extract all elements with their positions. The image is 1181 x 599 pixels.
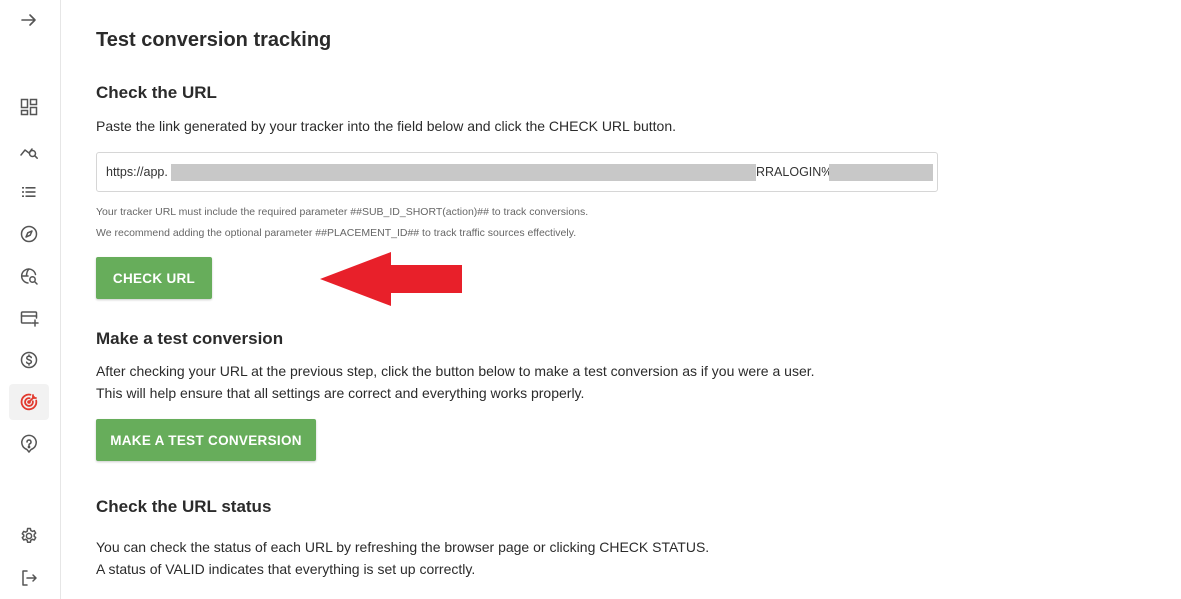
- arrow-right-icon: [21, 14, 36, 26]
- dashboard-icon: [20, 98, 38, 116]
- logout-icon: [22, 570, 37, 586]
- check-url-description: Paste the link generated by your tracker…: [96, 118, 677, 134]
- test-conversion-line2: This will help ensure that all settings …: [96, 384, 585, 401]
- sidebar-item-payments[interactable]: [9, 300, 49, 336]
- sidebar-item-sources[interactable]: [9, 258, 49, 294]
- url-status-line1: You can check the status of each URL by …: [96, 539, 710, 555]
- list-icon: [22, 187, 36, 197]
- dollar-icon: [20, 351, 38, 369]
- make-test-conversion-button[interactable]: MAKE A TEST CONVERSION: [96, 419, 316, 461]
- test-conversion-line1: After checking your URL at the previous …: [96, 363, 815, 379]
- sidebar-item-explore[interactable]: [9, 216, 49, 252]
- redacted-url-segment: [171, 164, 756, 181]
- sidebar-item-conversion-tracking[interactable]: [9, 384, 49, 420]
- check-url-title: Check the URL: [96, 83, 217, 102]
- page-title: Test conversion tracking: [96, 29, 332, 51]
- sidebar-item-settings[interactable]: [9, 518, 49, 554]
- gear-icon: [21, 527, 37, 543]
- url-status-title: Check the URL status: [96, 497, 272, 516]
- url-value-middle: RRALOGIN%2: [756, 165, 840, 179]
- target-icon: [20, 393, 38, 411]
- expand-sidebar-button[interactable]: [9, 2, 49, 38]
- redacted-url-tail: [829, 164, 933, 181]
- sidebar: [0, 0, 61, 599]
- annotation-arrow: [320, 252, 462, 306]
- card-add-icon: [20, 311, 39, 327]
- help-icon: [21, 434, 37, 454]
- url-status-line2: A status of VALID indicates that everyth…: [96, 560, 476, 577]
- optional-parameter-hint: We recommend adding the optional paramet…: [96, 227, 577, 239]
- check-url-button[interactable]: CHECK URL: [96, 257, 212, 299]
- compass-icon: [20, 225, 38, 243]
- sidebar-item-help[interactable]: [9, 426, 49, 462]
- sidebar-item-billing[interactable]: [9, 342, 49, 378]
- sidebar-item-list[interactable]: [9, 174, 49, 210]
- required-parameter-hint: Your tracker URL must include the requir…: [96, 206, 589, 218]
- analytics-search-icon: [20, 148, 38, 159]
- test-conversion-title: Make a test conversion: [96, 329, 284, 348]
- url-value-prefix: https://app.: [106, 165, 168, 179]
- sidebar-item-dashboard[interactable]: [9, 89, 49, 125]
- globe-search-icon: [20, 268, 38, 285]
- tracker-url-input[interactable]: https://app. RRALOGIN%2: [96, 152, 938, 192]
- sidebar-item-analytics[interactable]: [9, 133, 49, 169]
- logout-button[interactable]: [9, 560, 49, 596]
